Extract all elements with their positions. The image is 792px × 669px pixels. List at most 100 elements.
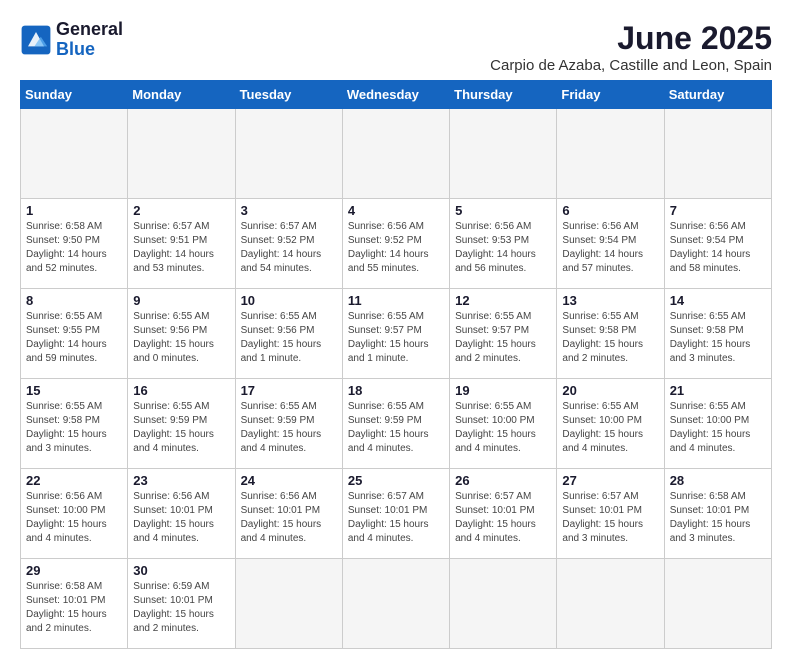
- calendar-cell: 5 Sunrise: 6:56 AM Sunset: 9:53 PM Dayli…: [450, 199, 557, 289]
- day-number: 17: [241, 383, 337, 398]
- day-info: Sunrise: 6:57 AM Sunset: 10:01 PM Daylig…: [348, 490, 444, 546]
- calendar-cell: 3 Sunrise: 6:57 AM Sunset: 9:52 PM Dayli…: [235, 199, 342, 289]
- day-number: 25: [348, 473, 444, 488]
- day-number: 26: [455, 473, 551, 488]
- day-info: Sunrise: 6:55 AM Sunset: 9:56 PM Dayligh…: [241, 310, 337, 366]
- day-number: 13: [562, 293, 658, 308]
- calendar-cell: [664, 559, 771, 649]
- col-tuesday: Tuesday: [235, 81, 342, 109]
- calendar-cell: 8 Sunrise: 6:55 AM Sunset: 9:55 PM Dayli…: [21, 289, 128, 379]
- col-wednesday: Wednesday: [342, 81, 449, 109]
- day-number: 12: [455, 293, 551, 308]
- col-friday: Friday: [557, 81, 664, 109]
- day-info: Sunrise: 6:56 AM Sunset: 10:01 PM Daylig…: [133, 490, 229, 546]
- calendar-week-row: 1 Sunrise: 6:58 AM Sunset: 9:50 PM Dayli…: [21, 199, 772, 289]
- day-number: 30: [133, 563, 229, 578]
- day-number: 24: [241, 473, 337, 488]
- day-number: 19: [455, 383, 551, 398]
- day-info: Sunrise: 6:55 AM Sunset: 9:59 PM Dayligh…: [241, 400, 337, 456]
- day-info: Sunrise: 6:56 AM Sunset: 9:54 PM Dayligh…: [562, 220, 658, 276]
- day-number: 20: [562, 383, 658, 398]
- day-info: Sunrise: 6:55 AM Sunset: 9:59 PM Dayligh…: [348, 400, 444, 456]
- day-number: 1: [26, 203, 122, 218]
- calendar-cell: [235, 559, 342, 649]
- day-number: 22: [26, 473, 122, 488]
- calendar-header-row: Sunday Monday Tuesday Wednesday Thursday…: [21, 81, 772, 109]
- day-info: Sunrise: 6:57 AM Sunset: 10:01 PM Daylig…: [455, 490, 551, 546]
- calendar-cell: [128, 109, 235, 199]
- day-info: Sunrise: 6:56 AM Sunset: 10:01 PM Daylig…: [241, 490, 337, 546]
- calendar-cell: [450, 109, 557, 199]
- calendar-week-row: 8 Sunrise: 6:55 AM Sunset: 9:55 PM Dayli…: [21, 289, 772, 379]
- calendar-cell: 30 Sunrise: 6:59 AM Sunset: 10:01 PM Day…: [128, 559, 235, 649]
- day-number: 11: [348, 293, 444, 308]
- day-number: 18: [348, 383, 444, 398]
- day-info: Sunrise: 6:56 AM Sunset: 9:53 PM Dayligh…: [455, 220, 551, 276]
- calendar-table: Sunday Monday Tuesday Wednesday Thursday…: [20, 80, 772, 649]
- day-info: Sunrise: 6:58 AM Sunset: 9:50 PM Dayligh…: [26, 220, 122, 276]
- day-info: Sunrise: 6:57 AM Sunset: 9:51 PM Dayligh…: [133, 220, 229, 276]
- calendar-cell: 2 Sunrise: 6:57 AM Sunset: 9:51 PM Dayli…: [128, 199, 235, 289]
- day-info: Sunrise: 6:58 AM Sunset: 10:01 PM Daylig…: [26, 580, 122, 636]
- day-info: Sunrise: 6:57 AM Sunset: 10:01 PM Daylig…: [562, 490, 658, 546]
- calendar-cell: 4 Sunrise: 6:56 AM Sunset: 9:52 PM Dayli…: [342, 199, 449, 289]
- calendar-cell: 15 Sunrise: 6:55 AM Sunset: 9:58 PM Dayl…: [21, 379, 128, 469]
- logo-text-general: General: [56, 20, 123, 40]
- day-info: Sunrise: 6:55 AM Sunset: 9:58 PM Dayligh…: [670, 310, 766, 366]
- calendar-week-row: 15 Sunrise: 6:55 AM Sunset: 9:58 PM Dayl…: [21, 379, 772, 469]
- logo-icon: [20, 24, 52, 56]
- month-title: June 2025: [490, 20, 772, 57]
- calendar-cell: [342, 559, 449, 649]
- day-info: Sunrise: 6:55 AM Sunset: 9:57 PM Dayligh…: [348, 310, 444, 366]
- calendar-cell: [664, 109, 771, 199]
- day-info: Sunrise: 6:55 AM Sunset: 10:00 PM Daylig…: [562, 400, 658, 456]
- calendar-cell: [450, 559, 557, 649]
- calendar-cell: [235, 109, 342, 199]
- calendar-cell: [342, 109, 449, 199]
- col-sunday: Sunday: [21, 81, 128, 109]
- logo: General Blue: [20, 20, 123, 60]
- calendar-week-row: 29 Sunrise: 6:58 AM Sunset: 10:01 PM Day…: [21, 559, 772, 649]
- day-number: 7: [670, 203, 766, 218]
- day-info: Sunrise: 6:55 AM Sunset: 9:58 PM Dayligh…: [562, 310, 658, 366]
- calendar-cell: 1 Sunrise: 6:58 AM Sunset: 9:50 PM Dayli…: [21, 199, 128, 289]
- day-number: 27: [562, 473, 658, 488]
- day-number: 15: [26, 383, 122, 398]
- day-info: Sunrise: 6:57 AM Sunset: 9:52 PM Dayligh…: [241, 220, 337, 276]
- day-info: Sunrise: 6:55 AM Sunset: 9:56 PM Dayligh…: [133, 310, 229, 366]
- day-number: 4: [348, 203, 444, 218]
- calendar-cell: 20 Sunrise: 6:55 AM Sunset: 10:00 PM Day…: [557, 379, 664, 469]
- calendar-cell: 19 Sunrise: 6:55 AM Sunset: 10:00 PM Day…: [450, 379, 557, 469]
- day-number: 10: [241, 293, 337, 308]
- day-number: 6: [562, 203, 658, 218]
- day-info: Sunrise: 6:55 AM Sunset: 10:00 PM Daylig…: [670, 400, 766, 456]
- day-info: Sunrise: 6:59 AM Sunset: 10:01 PM Daylig…: [133, 580, 229, 636]
- day-number: 3: [241, 203, 337, 218]
- day-number: 14: [670, 293, 766, 308]
- day-number: 29: [26, 563, 122, 578]
- day-number: 2: [133, 203, 229, 218]
- calendar-cell: 18 Sunrise: 6:55 AM Sunset: 9:59 PM Dayl…: [342, 379, 449, 469]
- logo-text-blue: Blue: [56, 40, 123, 60]
- day-info: Sunrise: 6:55 AM Sunset: 9:59 PM Dayligh…: [133, 400, 229, 456]
- calendar-cell: [557, 109, 664, 199]
- day-info: Sunrise: 6:55 AM Sunset: 9:55 PM Dayligh…: [26, 310, 122, 366]
- calendar-cell: 11 Sunrise: 6:55 AM Sunset: 9:57 PM Dayl…: [342, 289, 449, 379]
- day-info: Sunrise: 6:55 AM Sunset: 9:58 PM Dayligh…: [26, 400, 122, 456]
- calendar-cell: 29 Sunrise: 6:58 AM Sunset: 10:01 PM Day…: [21, 559, 128, 649]
- day-info: Sunrise: 6:56 AM Sunset: 10:00 PM Daylig…: [26, 490, 122, 546]
- day-number: 23: [133, 473, 229, 488]
- calendar-cell: 28 Sunrise: 6:58 AM Sunset: 10:01 PM Day…: [664, 469, 771, 559]
- day-number: 28: [670, 473, 766, 488]
- day-info: Sunrise: 6:55 AM Sunset: 9:57 PM Dayligh…: [455, 310, 551, 366]
- calendar-cell: 26 Sunrise: 6:57 AM Sunset: 10:01 PM Day…: [450, 469, 557, 559]
- calendar-cell: 13 Sunrise: 6:55 AM Sunset: 9:58 PM Dayl…: [557, 289, 664, 379]
- calendar-cell: [557, 559, 664, 649]
- day-info: Sunrise: 6:56 AM Sunset: 9:54 PM Dayligh…: [670, 220, 766, 276]
- calendar-cell: 6 Sunrise: 6:56 AM Sunset: 9:54 PM Dayli…: [557, 199, 664, 289]
- page-header: General Blue June 2025 Carpio de Azaba, …: [20, 20, 772, 74]
- calendar-cell: 27 Sunrise: 6:57 AM Sunset: 10:01 PM Day…: [557, 469, 664, 559]
- calendar-cell: 9 Sunrise: 6:55 AM Sunset: 9:56 PM Dayli…: [128, 289, 235, 379]
- calendar-cell: 23 Sunrise: 6:56 AM Sunset: 10:01 PM Day…: [128, 469, 235, 559]
- calendar-cell: [21, 109, 128, 199]
